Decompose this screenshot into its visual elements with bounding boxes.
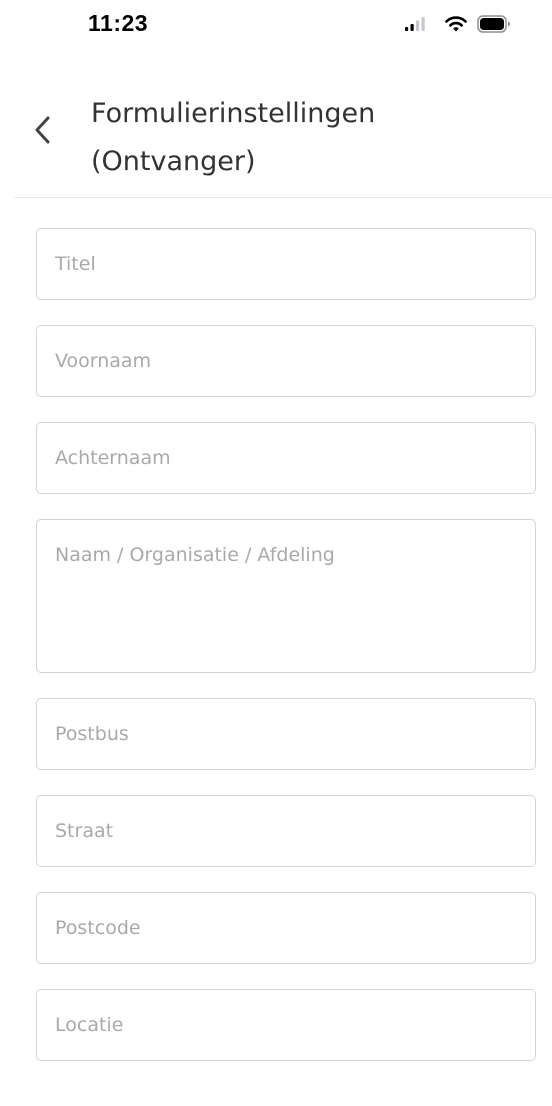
location-field[interactable]: Locatie: [36, 989, 536, 1061]
postcode-field-placeholder: Postcode: [55, 917, 141, 939]
street-field-placeholder: Straat: [55, 820, 114, 842]
po-box-field-placeholder: Postbus: [55, 723, 129, 745]
title-field[interactable]: Titel: [36, 228, 536, 300]
street-field[interactable]: Straat: [36, 795, 536, 867]
name-organisation-department-field[interactable]: Naam / Organisatie / Afdeling: [36, 519, 536, 673]
location-field-placeholder: Locatie: [55, 1014, 124, 1036]
first-name-field-placeholder: Voornaam: [55, 350, 152, 372]
title-field-placeholder: Titel: [55, 253, 96, 275]
name-organisation-department-field-placeholder: Naam / Organisatie / Afdeling: [55, 544, 335, 566]
last-name-field-placeholder: Achternaam: [55, 447, 171, 469]
last-name-field[interactable]: Achternaam: [36, 422, 536, 494]
recipient-form: Titel Voornaam Achternaam Naam / Organis…: [0, 0, 552, 1078]
po-box-field[interactable]: Postbus: [36, 698, 536, 770]
postcode-field[interactable]: Postcode: [36, 892, 536, 964]
first-name-field[interactable]: Voornaam: [36, 325, 536, 397]
